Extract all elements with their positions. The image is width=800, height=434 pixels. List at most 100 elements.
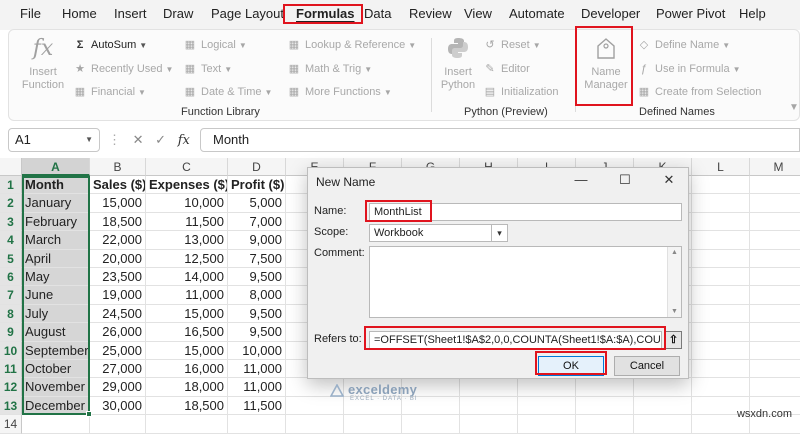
empty-cell[interactable] [692, 231, 750, 250]
scroll-up-icon[interactable]: ▲ [668, 249, 681, 256]
empty-cell[interactable] [634, 378, 692, 397]
empty-cell[interactable] [460, 415, 518, 434]
empty-cell[interactable] [750, 213, 800, 232]
empty-cell[interactable] [750, 378, 800, 397]
empty-cell[interactable] [576, 378, 634, 397]
row-header-1[interactable]: 1 [0, 176, 22, 195]
empty-cell[interactable] [146, 415, 228, 434]
data-cell[interactable]: 15,000 [146, 304, 228, 324]
data-cell[interactable]: 11,000 [228, 378, 286, 397]
data-cell[interactable]: 19,000 [90, 286, 146, 305]
menu-review[interactable]: Review [409, 6, 452, 21]
menu-data[interactable]: Data [364, 6, 391, 21]
data-cell[interactable]: 22,000 [90, 231, 146, 250]
enter-icon[interactable]: ✓ [155, 132, 166, 147]
data-cell[interactable]: 15,000 [90, 194, 146, 213]
data-cell[interactable]: 18,500 [90, 212, 146, 232]
insert-function-button[interactable]: fx Insert Function [19, 36, 67, 92]
empty-cell[interactable] [518, 415, 576, 434]
empty-cell[interactable] [228, 415, 286, 434]
menu-insert[interactable]: Insert [114, 6, 147, 21]
fill-handle[interactable] [86, 411, 92, 418]
row-header-13[interactable]: 13 [0, 396, 22, 416]
data-cell[interactable]: November [22, 378, 90, 397]
collapse-ribbon-button[interactable]: ▼ [786, 98, 799, 116]
data-cell[interactable]: January [22, 194, 90, 213]
comment-scrollbar[interactable]: ▲ ▼ [667, 247, 681, 317]
data-cell[interactable]: 11,500 [146, 212, 228, 232]
insert-python-button[interactable]: Insert Python [437, 36, 479, 92]
data-cell[interactable]: 13,000 [146, 231, 228, 250]
data-cell[interactable]: 9,500 [228, 268, 286, 287]
empty-cell[interactable] [692, 323, 750, 342]
empty-cell[interactable] [692, 249, 750, 268]
data-cell[interactable]: April [22, 249, 90, 268]
cancel-icon[interactable]: ✕ [133, 132, 144, 147]
empty-cell[interactable] [750, 231, 800, 250]
empty-cell[interactable] [402, 415, 460, 434]
name-manager-button[interactable]: Name Manager [581, 36, 631, 92]
data-cell[interactable]: 16,000 [146, 360, 228, 379]
comment-field[interactable]: ▲ ▼ [369, 246, 682, 318]
row-header-9[interactable]: 9 [0, 323, 22, 342]
data-cell[interactable]: August [22, 323, 90, 342]
select-all-corner[interactable] [0, 158, 22, 176]
row-header-10[interactable]: 10 [0, 341, 22, 360]
empty-cell[interactable] [692, 194, 750, 213]
empty-cell[interactable] [286, 396, 344, 416]
data-cell[interactable]: 10,000 [228, 341, 286, 360]
menu-automate[interactable]: Automate [509, 6, 565, 21]
empty-cell[interactable] [518, 396, 576, 416]
empty-cell[interactable] [576, 415, 634, 434]
data-cell[interactable]: 7,000 [228, 212, 286, 232]
data-cell[interactable]: 9,000 [228, 231, 286, 250]
column-header-a[interactable]: A [22, 158, 90, 176]
date-time-button[interactable]: ▦ Date & Time ▼ [183, 83, 273, 101]
data-cell[interactable]: 12,500 [146, 249, 228, 268]
row-header-11[interactable]: 11 [0, 360, 22, 379]
data-cell[interactable]: 26,000 [90, 323, 146, 342]
empty-cell[interactable] [750, 286, 800, 305]
data-cell[interactable]: 29,000 [90, 378, 146, 397]
data-cell[interactable]: 25,000 [90, 341, 146, 360]
data-cell[interactable]: 9,500 [228, 323, 286, 342]
header-cell[interactable]: Sales ($) [90, 176, 146, 195]
empty-cell[interactable] [750, 194, 800, 213]
empty-cell[interactable] [460, 396, 518, 416]
menu-developer[interactable]: Developer [581, 6, 640, 21]
recently-used-button[interactable]: ★ Recently Used ▼ [73, 60, 173, 78]
data-cell[interactable]: September [22, 341, 90, 360]
row-header-3[interactable]: 3 [0, 212, 22, 232]
menu-draw[interactable]: Draw [163, 6, 193, 21]
data-cell[interactable]: 30,000 [90, 396, 146, 416]
column-header-d[interactable]: D [228, 158, 286, 176]
empty-cell[interactable] [750, 342, 800, 360]
header-cell[interactable]: Expenses ($) [146, 176, 228, 195]
empty-cell[interactable] [576, 396, 634, 416]
scope-select[interactable]: Workbook ▾ [369, 224, 508, 242]
data-cell[interactable]: 14,000 [146, 268, 228, 287]
formula-input[interactable]: Month [200, 128, 800, 152]
data-cell[interactable]: 24,500 [90, 304, 146, 324]
define-name-button[interactable]: ◇ Define Name ▼ [637, 36, 730, 54]
fx-icon[interactable]: fx [178, 133, 190, 148]
menu-view[interactable]: View [464, 6, 492, 21]
refers-to-field[interactable]: =OFFSET(Sheet1!$A$2,0,0,COUNTA(Sheet1!$A… [369, 331, 662, 349]
data-cell[interactable]: 15,000 [146, 341, 228, 360]
empty-cell[interactable] [750, 268, 800, 287]
row-header-7[interactable]: 7 [0, 286, 22, 305]
more-functions-button[interactable]: ▦ More Functions ▼ [287, 83, 392, 101]
data-cell[interactable]: 20,000 [90, 249, 146, 268]
row-header-12[interactable]: 12 [0, 378, 22, 397]
empty-cell[interactable] [22, 415, 90, 434]
header-cell[interactable]: Profit ($) [228, 176, 286, 195]
lookup-reference-button[interactable]: ▦ Lookup & Reference ▼ [287, 36, 416, 54]
data-cell[interactable]: 11,000 [228, 360, 286, 379]
menu-file[interactable]: File [20, 6, 41, 21]
collapse-dialog-button[interactable]: ⇧ [665, 331, 682, 349]
reset-button[interactable]: ↺ Reset ▼ [483, 36, 540, 54]
data-cell[interactable]: June [22, 286, 90, 305]
data-cell[interactable]: 11,500 [228, 396, 286, 416]
row-header-8[interactable]: 8 [0, 304, 22, 324]
data-cell[interactable]: December [22, 396, 90, 416]
